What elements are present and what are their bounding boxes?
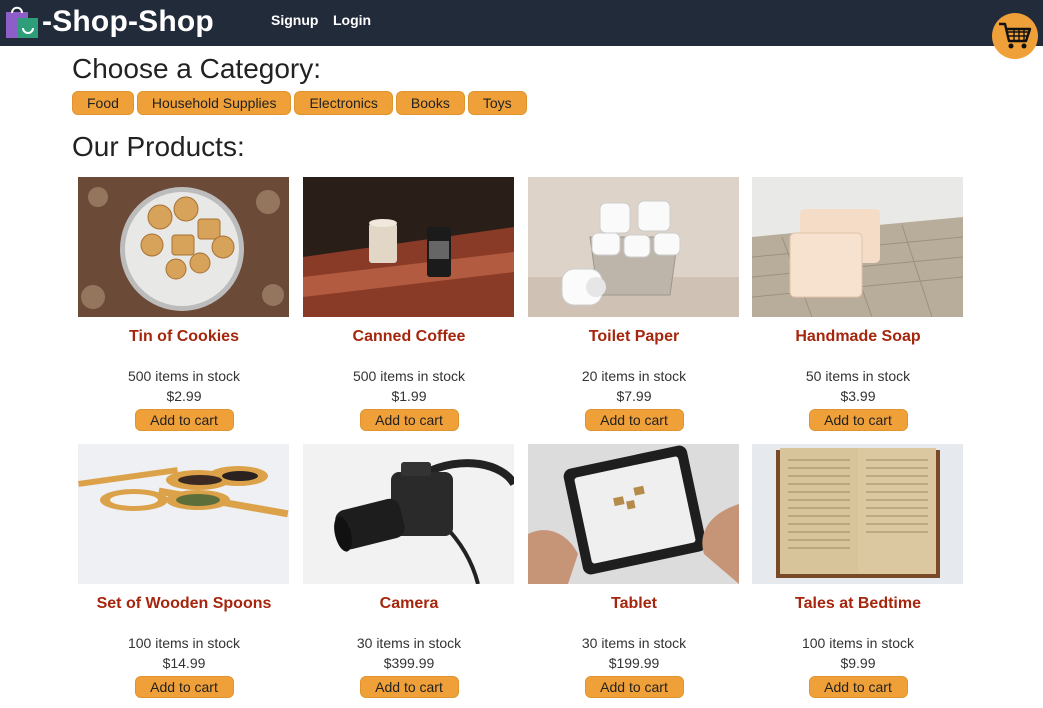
product-name-link[interactable]: Tin of Cookies: [72, 327, 296, 347]
product-name-link[interactable]: Set of Wooden Spoons: [72, 594, 296, 614]
stock-count: 30 items in stock: [356, 635, 462, 651]
add-to-cart-button[interactable]: Add to cart: [134, 676, 234, 698]
add-to-cart-button[interactable]: Add to cart: [134, 409, 234, 431]
product-image-link[interactable]: [528, 177, 739, 317]
brand-name: -Shop-Shop: [42, 5, 214, 38]
shopping-cart-icon: [999, 22, 1032, 49]
product-card: Tablet 30 items in stock $199.99 Add to …: [522, 444, 746, 698]
category-list: Food Household Supplies Electronics Book…: [72, 91, 527, 115]
price: $1.99: [391, 388, 427, 404]
product-image-link[interactable]: [752, 444, 963, 584]
toilet-paper-photo: [528, 177, 739, 317]
product-name-link[interactable]: Canned Coffee: [297, 327, 521, 347]
stock-count: 100 items in stock: [801, 635, 915, 651]
coffee-photo: [303, 177, 514, 317]
price: $9.99: [840, 655, 876, 671]
camera-photo: [303, 444, 514, 584]
wooden-spoons-photo: [78, 444, 289, 584]
add-to-cart-button[interactable]: Add to cart: [359, 409, 459, 431]
product-card: Set of Wooden Spoons 100 items in stock …: [72, 444, 296, 698]
add-to-cart-button[interactable]: Add to cart: [808, 409, 908, 431]
price: $2.99: [166, 388, 202, 404]
stock-count: 500 items in stock: [127, 368, 241, 384]
book-photo: [752, 444, 963, 584]
price: $399.99: [383, 655, 435, 671]
price: $7.99: [616, 388, 652, 404]
product-image-link[interactable]: [303, 177, 514, 317]
add-to-cart-button[interactable]: Add to cart: [359, 676, 459, 698]
add-to-cart-button[interactable]: Add to cart: [584, 409, 684, 431]
product-card: Handmade Soap 50 items in stock $3.99 Ad…: [746, 177, 970, 431]
category-electronics-button[interactable]: Electronics: [294, 91, 393, 115]
product-image-link[interactable]: [78, 177, 289, 317]
category-toys-button[interactable]: Toys: [467, 91, 527, 115]
product-image-link[interactable]: [752, 177, 963, 317]
category-household-supplies-button[interactable]: Household Supplies: [136, 91, 292, 115]
product-name-link[interactable]: Tales at Bedtime: [746, 594, 970, 614]
product-image-link[interactable]: [528, 444, 739, 584]
product-name-link[interactable]: Toilet Paper: [522, 327, 746, 347]
product-card: Tales at Bedtime 100 items in stock $9.9…: [746, 444, 970, 698]
product-image-link[interactable]: [78, 444, 289, 584]
category-books-button[interactable]: Books: [395, 91, 465, 115]
product-card: Tin of Cookies 500 items in stock $2.99 …: [72, 177, 296, 431]
product-name-link[interactable]: Handmade Soap: [746, 327, 970, 347]
brand-logo-link[interactable]: -Shop-Shop: [4, 4, 214, 40]
stock-count: 500 items in stock: [352, 368, 466, 384]
stock-count: 30 items in stock: [581, 635, 687, 651]
top-navbar: -Shop-Shop Signup Login: [0, 0, 1043, 46]
product-card: Canned Coffee 500 items in stock $1.99 A…: [297, 177, 521, 431]
product-name-link[interactable]: Camera: [297, 594, 521, 614]
add-to-cart-button[interactable]: Add to cart: [584, 676, 684, 698]
stock-count: 100 items in stock: [127, 635, 241, 651]
shopping-bag-icon: [6, 6, 38, 38]
price: $3.99: [840, 388, 876, 404]
category-heading: Choose a Category:: [72, 53, 322, 84]
product-image-link[interactable]: [303, 444, 514, 584]
product-card: Toilet Paper 20 items in stock $7.99 Add…: [522, 177, 746, 431]
products-heading: Our Products:: [72, 131, 245, 162]
signup-link[interactable]: Signup: [271, 12, 318, 28]
category-food-button[interactable]: Food: [72, 91, 134, 115]
price: $199.99: [608, 655, 660, 671]
soap-photo: [752, 177, 963, 317]
add-to-cart-button[interactable]: Add to cart: [808, 676, 908, 698]
stock-count: 50 items in stock: [805, 368, 911, 384]
stock-count: 20 items in stock: [581, 368, 687, 384]
cart-button[interactable]: [992, 13, 1038, 59]
tablet-photo: [528, 444, 739, 584]
price: $14.99: [162, 655, 206, 671]
product-card: Camera 30 items in stock $399.99 Add to …: [297, 444, 521, 698]
login-link[interactable]: Login: [333, 12, 371, 28]
product-name-link[interactable]: Tablet: [522, 594, 746, 614]
cookies-photo: [78, 177, 289, 317]
